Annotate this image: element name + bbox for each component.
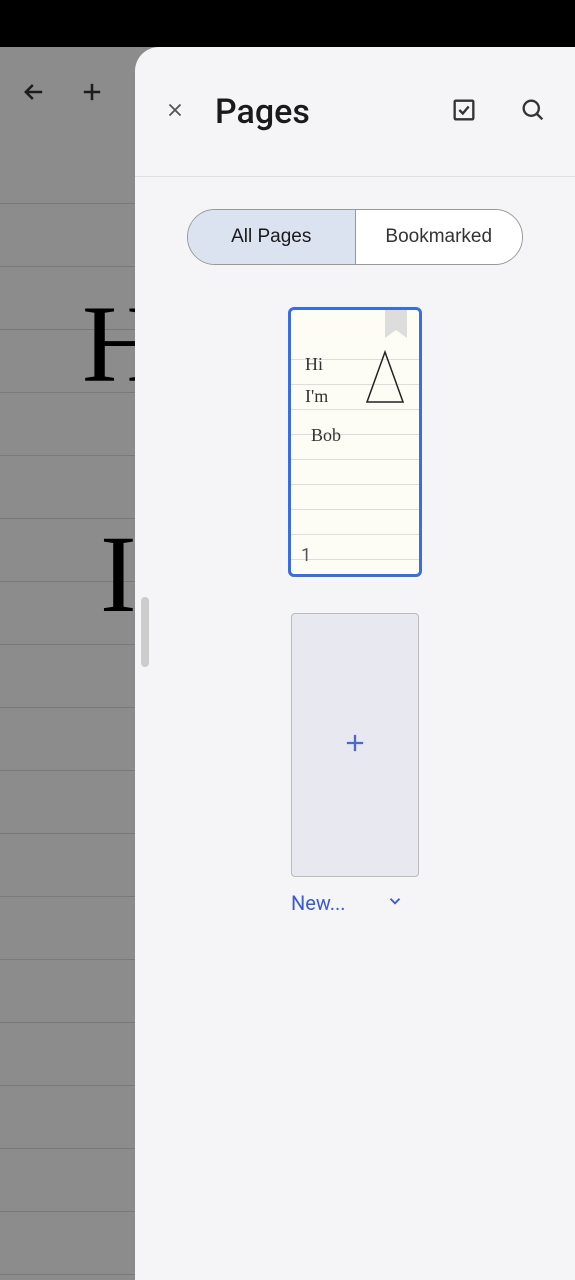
select-button[interactable] bbox=[442, 90, 486, 134]
chevron-down-icon bbox=[386, 892, 404, 914]
new-page-container: New... bbox=[291, 613, 419, 915]
new-page-button[interactable] bbox=[291, 613, 419, 877]
panel-header: Pages bbox=[135, 47, 575, 177]
checkbox-icon bbox=[450, 96, 478, 127]
tab-bookmarked[interactable]: Bookmarked bbox=[356, 210, 523, 264]
pages-filter-tabs: All Pages Bookmarked bbox=[187, 209, 523, 265]
scroll-handle[interactable] bbox=[141, 597, 149, 667]
search-icon bbox=[519, 96, 547, 127]
page-thumbnail-1[interactable]: Hi I'm Bob 1 bbox=[288, 307, 422, 577]
close-icon bbox=[164, 99, 186, 124]
hw-line-2: I'm bbox=[305, 380, 341, 412]
header-actions bbox=[442, 90, 555, 134]
thumbnail-handwriting: Hi I'm Bob bbox=[305, 348, 341, 451]
new-page-label: New... bbox=[291, 891, 346, 915]
new-page-dropdown[interactable]: New... bbox=[291, 891, 419, 915]
close-button[interactable] bbox=[155, 92, 195, 132]
search-button[interactable] bbox=[511, 90, 555, 134]
thumbnails-container: Hi I'm Bob 1 bbox=[288, 307, 422, 915]
tab-all-pages[interactable]: All Pages bbox=[188, 210, 356, 264]
pages-panel: Pages bbox=[135, 47, 575, 1280]
hw-line-1: Hi bbox=[305, 348, 341, 380]
bookmark-ribbon-icon bbox=[385, 310, 407, 342]
status-bar bbox=[0, 0, 575, 47]
panel-title: Pages bbox=[215, 92, 442, 132]
page-number: 1 bbox=[301, 545, 311, 566]
triangle-drawing bbox=[365, 350, 405, 409]
plus-icon bbox=[341, 729, 369, 761]
panel-body: All Pages Bookmarked Hi I'm Bob bbox=[135, 177, 575, 1280]
hw-line-3: Bob bbox=[311, 419, 341, 451]
